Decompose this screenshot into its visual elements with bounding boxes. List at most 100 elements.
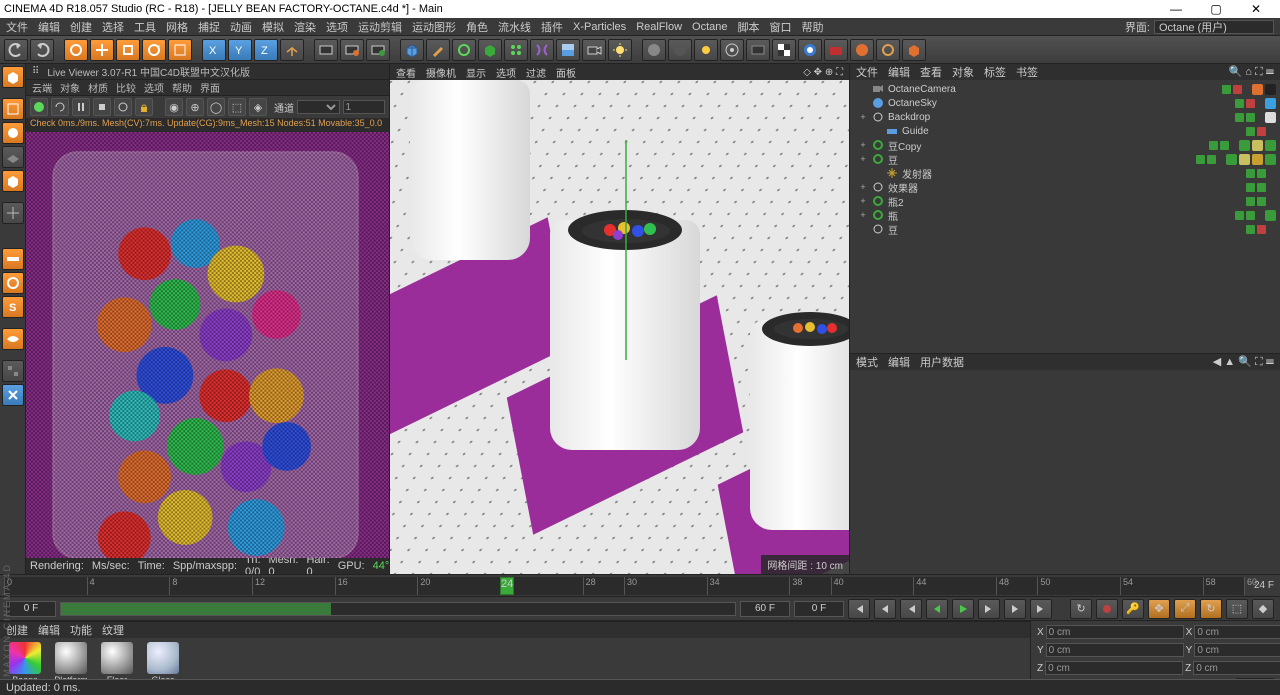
menu-编辑[interactable]: 编辑 [38,19,60,35]
tree-row-Guide[interactable]: Guide [850,124,1280,138]
scale-tool-button[interactable] [116,39,140,61]
model-mode-button[interactable] [2,98,24,120]
pen-tool-button[interactable] [426,39,450,61]
tree-row-Backdrop[interactable]: +Backdrop [850,110,1280,124]
prev-key-button[interactable] [874,599,896,619]
edge-mode-button[interactable] [2,272,24,294]
vis-dot[interactable] [1220,141,1229,150]
tree-row-瓶[interactable]: +瓶 [850,208,1280,222]
vis-dot[interactable] [1246,225,1255,234]
tree-row-豆Copy[interactable]: +豆Copy [850,138,1280,152]
tag-icon[interactable] [1265,154,1276,165]
menu-流水线[interactable]: 流水线 [498,19,531,35]
key-pos-button[interactable]: ✥ [1148,599,1170,619]
menu-脚本[interactable]: 脚本 [738,19,760,35]
attr-tab-用户数据[interactable]: 用户数据 [920,354,964,370]
redo-button[interactable] [30,39,54,61]
menu-选项[interactable]: 选项 [326,19,348,35]
lv-tab-对象[interactable]: 对象 [60,80,80,95]
vis-dot[interactable] [1246,127,1255,136]
vis-dot[interactable] [1257,183,1266,192]
lv-channel-button[interactable]: ◈ [249,98,267,116]
menu-插件[interactable]: 插件 [541,19,563,35]
live-select-button[interactable] [64,39,88,61]
vis-dot[interactable] [1246,113,1255,122]
object-mode-button[interactable] [2,170,24,192]
point-mode-button[interactable] [2,248,24,270]
key-pla-button[interactable]: ◆ [1252,599,1274,619]
z-axis-lock-button[interactable]: Z [254,39,278,61]
tag-icon[interactable] [1239,140,1250,151]
expand-icon[interactable]: + [858,182,868,192]
menu-RealFlow[interactable]: RealFlow [636,21,682,33]
cube-primitive-button[interactable] [400,39,424,61]
environment-button[interactable] [556,39,580,61]
expand-icon[interactable]: + [858,210,868,220]
key-rot-button[interactable]: ↻ [1200,599,1222,619]
vis-dot[interactable] [1222,85,1231,94]
octane-sun-button[interactable] [694,39,718,61]
octane-hdr-button[interactable] [746,39,770,61]
vp-menu-查看[interactable]: 查看 [396,65,416,80]
move-tool-button[interactable] [90,39,114,61]
maximize-button[interactable]: ▢ [1196,2,1236,16]
range-end-input[interactable] [740,601,790,617]
tag-icon[interactable] [1265,98,1276,109]
vp-menu-面板[interactable]: 面板 [556,65,576,80]
menu-网格[interactable]: 网格 [166,19,188,35]
lv-tab-比较[interactable]: 比较 [116,80,136,95]
tree-row-效果器[interactable]: +效果器 [850,180,1280,194]
timeline-ruler[interactable]: 04812162024283034384044485054586024 24 F [0,574,1280,596]
playhead[interactable]: 24 [500,577,514,595]
tree-row-瓶2[interactable]: +瓶2 [850,194,1280,208]
next-frame-button[interactable] [978,599,1000,619]
vp-menu-选项[interactable]: 选项 [496,65,516,80]
octane-sphere1-button[interactable] [642,39,666,61]
om-tab-编辑[interactable]: 编辑 [888,64,910,80]
range-start-input[interactable] [6,601,56,617]
camera-button[interactable] [582,39,606,61]
vis-dot[interactable] [1209,141,1218,150]
octane-tex-button[interactable] [772,39,796,61]
uv-point-mode-button[interactable] [2,328,24,350]
om-tab-书签[interactable]: 书签 [1016,64,1038,80]
attr-nav-icons[interactable]: ◀ ▲ 🔍 ⛶ ☰ [1213,355,1274,369]
tree-row-豆[interactable]: +豆 [850,152,1280,166]
octane-camera-button[interactable] [824,39,848,61]
lv-pause-button[interactable] [72,98,90,116]
tag-icon[interactable] [1265,140,1276,151]
vp-menu-过滤[interactable]: 过滤 [526,65,546,80]
lv-lock-button[interactable] [135,98,153,116]
current-frame-input[interactable] [794,601,844,617]
menu-运动图形[interactable]: 运动图形 [412,19,456,35]
vis-dot[interactable] [1257,127,1266,136]
lv-tab-材质[interactable]: 材质 [88,80,108,95]
tag-icon[interactable] [1265,84,1276,95]
menu-Octane[interactable]: Octane [692,21,727,33]
menu-创建[interactable]: 创建 [70,19,92,35]
tag-icon[interactable] [1252,154,1263,165]
mat-tab-纹理[interactable]: 纹理 [102,622,124,638]
tag-icon[interactable] [1265,112,1276,123]
autokey-button[interactable]: 🔑 [1122,599,1144,619]
expand-icon[interactable]: + [858,140,868,150]
workplane-mode-button[interactable] [2,146,24,168]
render-pv-button[interactable] [340,39,364,61]
tag-icon[interactable] [1239,154,1250,165]
vp-menu-显示[interactable]: 显示 [466,65,486,80]
next-key-button[interactable] [1004,599,1026,619]
make-editable-button[interactable] [2,66,24,88]
attr-tab-编辑[interactable]: 编辑 [888,354,910,370]
vis-dot[interactable] [1246,99,1255,108]
generator-button[interactable] [478,39,502,61]
mat-tab-功能[interactable]: 功能 [70,622,92,638]
om-tab-标签[interactable]: 标签 [984,64,1006,80]
lv-focus-button[interactable]: ⊕ [186,98,204,116]
texture-mode-button[interactable] [2,122,24,144]
tree-row-OctaneCamera[interactable]: OctaneCamera [850,82,1280,96]
vis-dot[interactable] [1246,211,1255,220]
vis-dot[interactable] [1196,155,1205,164]
vis-dot[interactable] [1246,169,1255,178]
expand-icon[interactable]: + [858,154,868,164]
lv-start-button[interactable] [30,98,48,116]
